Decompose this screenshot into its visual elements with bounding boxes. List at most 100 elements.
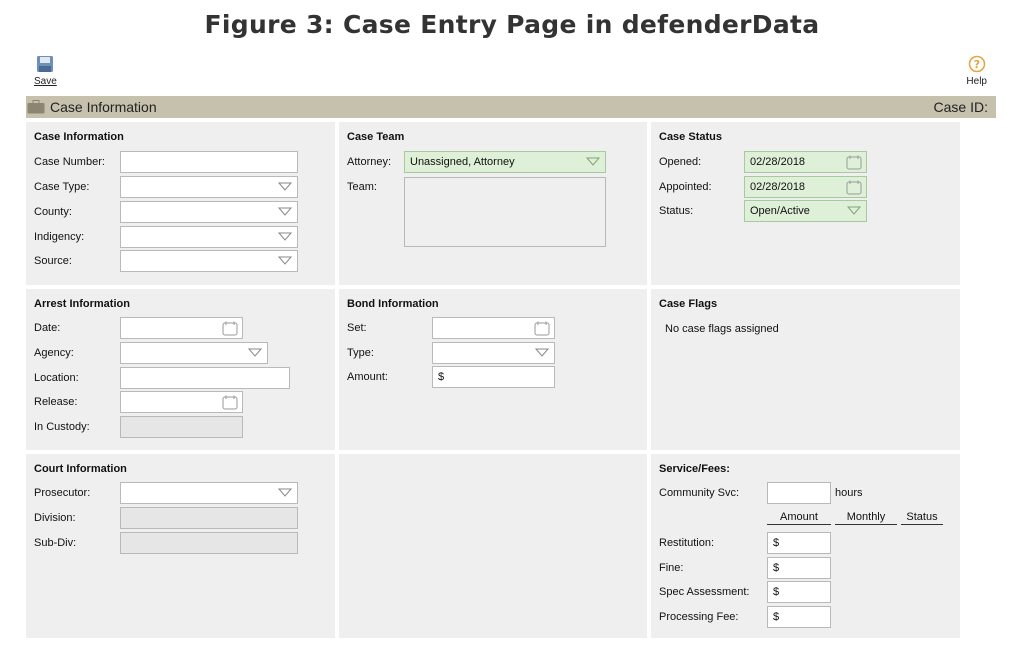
chevron-down-icon bbox=[847, 206, 861, 215]
case-id-label: Case ID: bbox=[933, 99, 988, 115]
chevron-down-icon bbox=[278, 488, 292, 497]
bond-type-row: Type: bbox=[347, 342, 637, 364]
chevron-down-icon bbox=[586, 157, 600, 166]
calendar-icon bbox=[534, 321, 550, 336]
case-number-label: Case Number: bbox=[34, 156, 105, 168]
column-header-monthly: Monthly bbox=[835, 511, 897, 525]
opened-date-input[interactable]: 02/28/2018 bbox=[744, 151, 867, 173]
location-row: Location: bbox=[34, 367, 324, 389]
floppy-disk-icon bbox=[37, 56, 54, 72]
attorney-select[interactable]: Unassigned, Attorney bbox=[404, 151, 606, 173]
empty-panel bbox=[339, 454, 647, 638]
restitution-input[interactable]: $ bbox=[767, 532, 831, 554]
appointed-row: Appointed: 02/28/2018 bbox=[659, 176, 949, 198]
community-svc-row: Community Svc: hours bbox=[659, 482, 959, 504]
case-status-panel: Case Status Opened: 02/28/2018 Appointed… bbox=[651, 122, 960, 285]
subdiv-row: Sub-Div: bbox=[34, 532, 324, 554]
bond-information-panel: Bond Information Set: Type: Amount: $ bbox=[339, 289, 647, 450]
bond-amount-input[interactable]: $ bbox=[432, 366, 555, 388]
help-button[interactable]: ? Help bbox=[966, 55, 987, 87]
panel-heading: Case Information bbox=[34, 131, 124, 143]
bond-type-label: Type: bbox=[347, 347, 374, 359]
appointed-date-input[interactable]: 02/28/2018 bbox=[744, 176, 867, 198]
panel-heading: Arrest Information bbox=[34, 298, 130, 310]
panel-heading: Case Team bbox=[347, 131, 405, 143]
team-label: Team: bbox=[347, 181, 377, 193]
spec-assessment-label: Spec Assessment: bbox=[659, 586, 750, 598]
status-select[interactable]: Open/Active bbox=[744, 200, 867, 222]
court-information-panel: Court Information Prosecutor: Division: … bbox=[26, 454, 335, 638]
calendar-icon bbox=[222, 395, 238, 410]
attorney-label: Attorney: bbox=[347, 156, 392, 168]
case-type-label: Case Type: bbox=[34, 181, 90, 193]
bond-amount-label: Amount: bbox=[347, 371, 388, 383]
help-label: Help bbox=[966, 76, 987, 87]
case-type-select[interactable] bbox=[120, 176, 298, 198]
agency-select[interactable] bbox=[120, 342, 268, 364]
indigency-select[interactable] bbox=[120, 226, 298, 248]
column-header-status: Status bbox=[901, 511, 943, 525]
community-svc-input[interactable] bbox=[767, 482, 831, 504]
bond-set-label: Set: bbox=[347, 322, 367, 334]
arrest-date-input[interactable] bbox=[120, 317, 243, 339]
division-field bbox=[120, 507, 298, 529]
case-information-panel: Case Information Case Number: Case Type:… bbox=[26, 122, 335, 285]
location-input[interactable] bbox=[120, 367, 290, 389]
processing-fee-row: Processing Fee: $ bbox=[659, 606, 959, 628]
calendar-icon bbox=[846, 180, 862, 195]
spec-assessment-row: Spec Assessment: $ bbox=[659, 581, 959, 603]
save-label: Save bbox=[34, 76, 57, 87]
chevron-down-icon bbox=[278, 207, 292, 216]
agency-row: Agency: bbox=[34, 342, 324, 364]
county-select[interactable] bbox=[120, 201, 298, 223]
prosecutor-select[interactable] bbox=[120, 482, 298, 504]
bond-set-date-input[interactable] bbox=[432, 317, 555, 339]
processing-fee-input[interactable]: $ bbox=[767, 606, 831, 628]
appointed-label: Appointed: bbox=[659, 181, 712, 193]
prosecutor-label: Prosecutor: bbox=[34, 487, 91, 499]
fine-input[interactable]: $ bbox=[767, 557, 831, 579]
chevron-down-icon bbox=[248, 348, 262, 357]
release-label: Release: bbox=[34, 396, 78, 408]
spec-assessment-input[interactable]: $ bbox=[767, 581, 831, 603]
source-select[interactable] bbox=[120, 250, 298, 272]
location-label: Location: bbox=[34, 372, 79, 384]
processing-fee-label: Processing Fee: bbox=[659, 611, 739, 623]
division-label: Division: bbox=[34, 512, 76, 524]
save-button[interactable]: Save bbox=[34, 55, 57, 87]
agency-label: Agency: bbox=[34, 347, 74, 359]
indigency-label: Indigency: bbox=[34, 231, 85, 243]
in-custody-field bbox=[120, 416, 243, 438]
panel-heading: Service/Fees: bbox=[659, 463, 730, 475]
release-row: Release: bbox=[34, 391, 324, 413]
case-flags-panel: Case Flags No case flags assigned bbox=[651, 289, 960, 450]
bond-type-select[interactable] bbox=[432, 342, 555, 364]
panel-heading: Case Flags bbox=[659, 298, 718, 310]
subdiv-field bbox=[120, 532, 298, 554]
briefcase-icon bbox=[27, 100, 45, 114]
figure-title: Figure 3: Case Entry Page in defenderDat… bbox=[204, 10, 820, 39]
prosecutor-row: Prosecutor: bbox=[34, 482, 324, 504]
release-date-input[interactable] bbox=[120, 391, 243, 413]
indigency-row: Indigency: bbox=[34, 226, 324, 248]
case-flags-empty-text: No case flags assigned bbox=[665, 323, 779, 335]
restitution-label: Restitution: bbox=[659, 537, 715, 549]
case-number-input[interactable] bbox=[120, 151, 298, 173]
bond-amount-row: Amount: $ bbox=[347, 366, 637, 388]
fine-row: Fine: $ bbox=[659, 557, 959, 579]
restitution-row: Restitution: $ bbox=[659, 532, 959, 554]
chevron-down-icon bbox=[535, 348, 549, 357]
team-list[interactable] bbox=[404, 177, 606, 247]
source-row: Source: bbox=[34, 250, 324, 272]
in-custody-label: In Custody: bbox=[34, 421, 90, 433]
service-fees-panel: Service/Fees: Community Svc: hours Amoun… bbox=[651, 454, 960, 638]
column-header-amount: Amount bbox=[767, 511, 831, 525]
county-label: County: bbox=[34, 206, 72, 218]
arrest-date-label: Date: bbox=[34, 322, 61, 334]
arrest-information-panel: Arrest Information Date: Agency: Locatio… bbox=[26, 289, 335, 450]
status-label: Status: bbox=[659, 205, 694, 217]
community-svc-label: Community Svc: bbox=[659, 487, 740, 499]
case-type-row: Case Type: bbox=[34, 176, 324, 198]
calendar-icon bbox=[846, 155, 862, 170]
panel-heading: Bond Information bbox=[347, 298, 439, 310]
